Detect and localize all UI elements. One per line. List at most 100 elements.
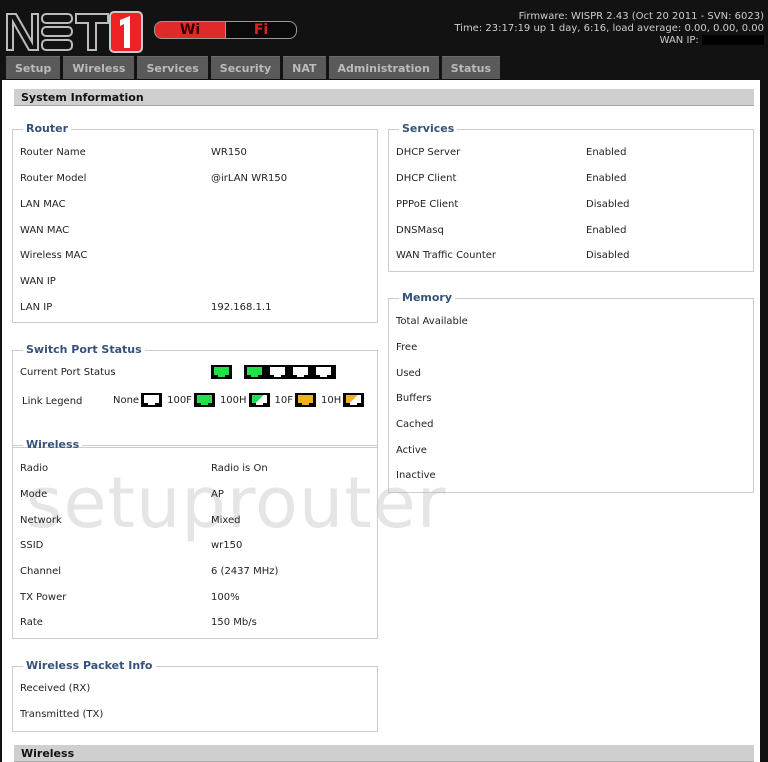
- wan-ip-label: WAN IP:: [659, 35, 699, 46]
- wireless-row: Channel 6 (2437 MHz): [20, 565, 373, 579]
- inactive-label: Inactive: [396, 470, 436, 481]
- services-legend: Services: [402, 122, 455, 135]
- link-legend-label: Link Legend: [22, 396, 83, 407]
- router-name-value: WR150: [211, 147, 247, 158]
- section-wireless: Wireless: [14, 745, 754, 762]
- wan-ip-redacted: [702, 35, 764, 45]
- router-row: Router Name WR150: [20, 146, 373, 160]
- channel-value: 6 (2437 MHz): [211, 566, 279, 577]
- router-fieldset: Router Router Name WR150 Router Model @irL…: [12, 123, 378, 323]
- link-legend-items: None 100F 100H 10F 10H: [113, 393, 367, 407]
- memory-fieldset: Memory Total Available Free Used Buffers…: [388, 292, 754, 493]
- service-row: DNSMasq Enabled: [396, 224, 749, 238]
- pppoe-client-value: Disabled: [586, 199, 630, 210]
- port-none-icon: [290, 365, 313, 379]
- service-row: PPPoE Client Disabled: [396, 198, 749, 212]
- mode-value: AP: [211, 489, 224, 500]
- switch-port-legend: Switch Port Status: [26, 343, 142, 356]
- main-tabs: Setup Wireless Services Security NAT Adm…: [6, 56, 501, 79]
- service-row: DHCP Server Enabled: [396, 146, 749, 160]
- tab-administration[interactable]: Administration: [328, 56, 439, 79]
- service-row: DHCP Client Enabled: [396, 172, 749, 186]
- legend-label-none: None: [113, 394, 140, 406]
- memory-row: Cached: [396, 418, 749, 432]
- tab-security[interactable]: Security: [210, 56, 281, 79]
- dhcp-client-label: DHCP Client: [396, 173, 457, 184]
- router-status-info: Firmware: WISPR 2.43 (Oct 20 2011 - SVN:…: [454, 11, 764, 47]
- memory-row: Inactive: [396, 469, 749, 483]
- ssid-value: wr150: [211, 540, 243, 551]
- tab-wireless[interactable]: Wireless: [63, 56, 135, 79]
- wireless-packet-info-fieldset: Wireless Packet Info Received (RX) Trans…: [12, 660, 378, 732]
- network-value: Mixed: [211, 515, 241, 526]
- wireless-fieldset: Wireless Radio Radio is On Mode AP Network…: [12, 439, 378, 639]
- rate-label: Rate: [20, 617, 43, 628]
- wireless-mac-label: Wireless MAC: [20, 250, 88, 261]
- router-legend: Router: [26, 122, 69, 135]
- wan-traffic-counter-label: WAN Traffic Counter: [396, 250, 497, 261]
- switch-port-fieldset: Switch Port Status Current Port Status L…: [12, 344, 378, 448]
- rate-value: 150 Mb/s: [211, 617, 257, 628]
- memory-row: Total Available: [396, 315, 749, 329]
- router-row: LAN IP 192.168.1.1: [20, 301, 373, 315]
- port-100f-icon: [193, 393, 215, 407]
- memory-row: Buffers: [396, 392, 749, 406]
- router-name-label: Router Name: [20, 147, 86, 158]
- port-100h-icon: [248, 393, 270, 407]
- wireless-row: TX Power 100%: [20, 591, 373, 605]
- tab-nat[interactable]: NAT: [283, 56, 326, 79]
- ssid-label: SSID: [20, 540, 44, 551]
- dhcp-client-value: Enabled: [586, 173, 627, 184]
- wireless-row: Mode AP: [20, 488, 373, 502]
- used-label: Used: [396, 368, 422, 379]
- lan-ip-value: 192.168.1.1: [211, 302, 272, 313]
- router-row: Router Model @irLAN WR150: [20, 172, 373, 186]
- dnsmasq-label: DNSMasq: [396, 225, 444, 236]
- memory-row: Active: [396, 444, 749, 458]
- tab-services[interactable]: Services: [137, 56, 208, 79]
- tx-power-value: 100%: [211, 592, 240, 603]
- packet-row: Received (RX): [20, 682, 373, 696]
- lan-ip-label: LAN IP: [20, 302, 53, 313]
- radio-label: Radio: [20, 463, 49, 474]
- wireless-row: Rate 150 Mb/s: [20, 616, 373, 630]
- firmware-text: Firmware: WISPR 2.43 (Oct 20 2011 - SVN:…: [518, 11, 764, 22]
- router-row: WAN MAC: [20, 224, 373, 238]
- buffers-label: Buffers: [396, 393, 432, 404]
- tx-power-label: TX Power: [20, 592, 67, 603]
- section-system-information: System Information: [14, 89, 754, 106]
- legend-label-100f: 100F: [167, 394, 192, 406]
- port-none-icon: [313, 365, 336, 379]
- active-label: Active: [396, 445, 427, 456]
- net1-logo: [6, 11, 143, 53]
- dnsmasq-value: Enabled: [586, 225, 627, 236]
- packet-row: Transmitted (TX): [20, 708, 373, 722]
- network-label: Network: [20, 515, 62, 526]
- wan-ip-line: WAN IP:: [454, 35, 764, 47]
- legend-label-10h: 10H: [321, 394, 342, 406]
- content-area: System Information Router Router Name WR1…: [0, 80, 764, 762]
- router-row: WAN IP: [20, 275, 373, 289]
- router-model-value: @irLAN WR150: [211, 173, 288, 184]
- current-ports: [211, 365, 336, 379]
- wireless-row: Radio Radio is On: [20, 462, 373, 476]
- tab-status[interactable]: Status: [441, 56, 501, 79]
- dhcp-server-label: DHCP Server: [396, 147, 461, 158]
- lan-mac-label: LAN MAC: [20, 199, 66, 210]
- router-row: Wireless MAC: [20, 249, 373, 263]
- wireless-packet-info-legend: Wireless Packet Info: [26, 659, 153, 672]
- received-rx-label: Received (RX): [20, 683, 91, 694]
- legend-label-10f: 10F: [274, 394, 294, 406]
- port-10h-icon: [343, 393, 365, 407]
- header: Wi Fi Firmware: WISPR 2.43 (Oct 20 2011 …: [0, 0, 768, 80]
- wireless-row: Network Mixed: [20, 514, 373, 528]
- router-row: LAN MAC: [20, 198, 373, 212]
- memory-row: Free: [396, 341, 749, 355]
- port-100f-icon: [211, 365, 232, 379]
- wifi-badge: Wi Fi: [154, 21, 297, 39]
- tab-setup[interactable]: Setup: [6, 56, 61, 79]
- wireless-legend: Wireless: [26, 438, 80, 451]
- cached-label: Cached: [396, 419, 434, 430]
- service-row: WAN Traffic Counter Disabled: [396, 249, 749, 263]
- channel-label: Channel: [20, 566, 62, 577]
